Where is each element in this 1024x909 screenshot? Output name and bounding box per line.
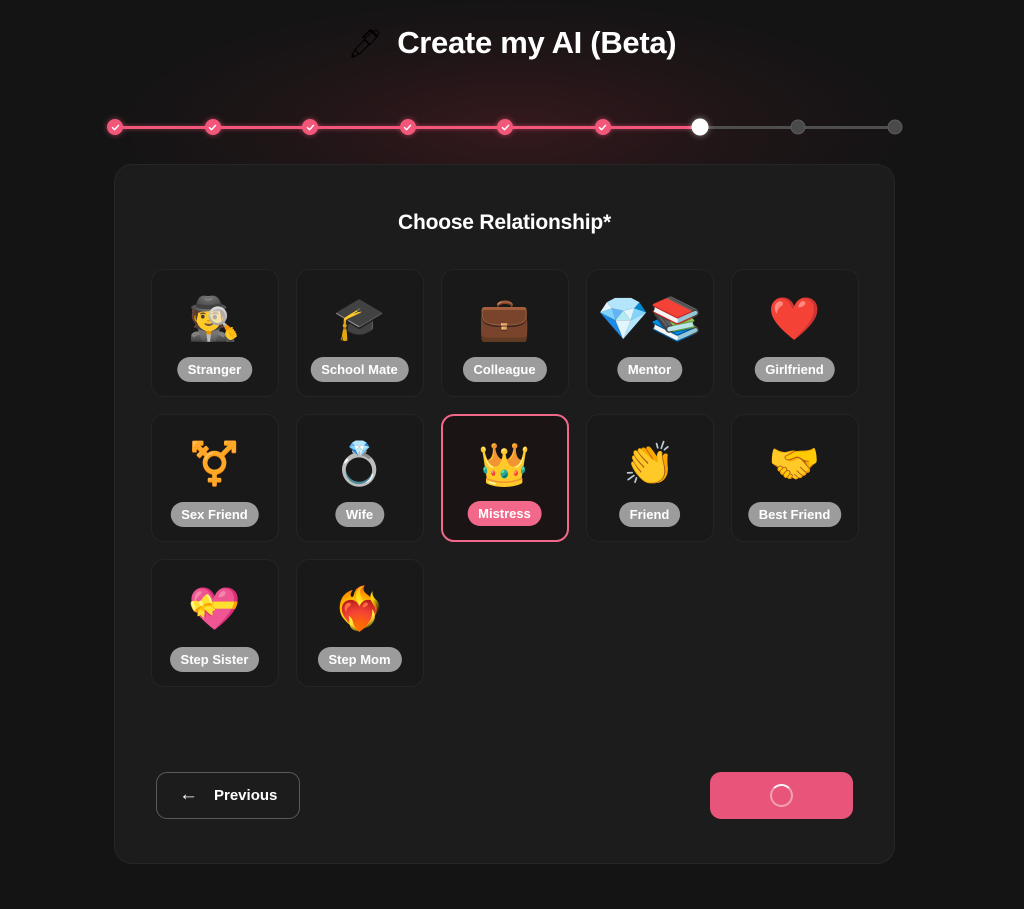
check-icon <box>111 124 119 130</box>
relationship-card-label: Step Sister <box>169 647 260 672</box>
relationship-panel: Choose Relationship* 🕵️ Stranger 🎓 School M… <box>114 164 895 864</box>
relationship-card-label: Wife <box>334 502 385 527</box>
progress-step-8[interactable] <box>790 119 805 135</box>
relationship-options-grid: 🕵️ Stranger 🎓 School Mate 💼 Colleague 💎📚 Mentor… <box>115 235 894 687</box>
heart-ribbon-icon: 💝 <box>188 585 241 632</box>
relationship-card-label: Best Friend <box>747 502 842 527</box>
relationship-card-label: School Mate <box>310 357 409 382</box>
relationship-card[interactable]: 👑 Mistress <box>440 414 569 542</box>
gender-symbols-icon: ⚧️ <box>188 440 241 487</box>
relationship-card-label: Colleague <box>462 357 547 382</box>
next-button[interactable] <box>710 772 853 819</box>
page-title-row: 🖊 Create my AI (Beta) <box>0 0 1024 62</box>
progress-segment <box>407 125 505 129</box>
progress-step-4[interactable] <box>399 119 416 135</box>
crown-heart-icon: 👑 <box>478 441 531 488</box>
check-icon <box>598 124 607 130</box>
relationship-card[interactable]: 👏 Friend <box>585 414 714 542</box>
pencil-add-icon: 🖊 <box>347 28 384 59</box>
progress-segment <box>797 125 895 129</box>
relationship-card-label: Mistress <box>467 501 542 526</box>
check-icon <box>306 124 314 130</box>
progress-segment <box>310 125 408 129</box>
progress-step-5[interactable] <box>497 119 513 135</box>
check-icon <box>208 124 217 130</box>
rings-icon: 💍 <box>333 440 386 487</box>
detective-icon: 🕵️ <box>188 295 241 342</box>
progress-step-9[interactable] <box>887 119 903 135</box>
relationship-card-label: Mentor <box>616 357 683 382</box>
progress-step-3[interactable] <box>302 119 318 135</box>
relationship-card[interactable]: 🎓 School Mate <box>295 269 424 397</box>
progress-segment <box>212 125 310 129</box>
panel-heading: Choose Relationship* <box>397 211 612 234</box>
previous-button[interactable]: ← Previous <box>156 772 301 819</box>
relationship-card-label: Girlfriend <box>754 357 835 382</box>
relationship-card[interactable]: 💍 Wife <box>295 414 424 542</box>
relationship-card[interactable]: ⚧️ Sex Friend <box>150 414 279 542</box>
relationship-card[interactable]: 💼 Colleague <box>440 269 569 397</box>
handshake-icon: 🤝 <box>768 440 821 487</box>
page-title: Create my AI (Beta) <box>397 25 677 60</box>
check-icon <box>501 124 509 130</box>
previous-button-label: Previous <box>214 787 278 804</box>
progress-segment <box>700 125 798 129</box>
relationship-card-label: Friend <box>618 502 681 527</box>
progress-segment <box>602 125 700 129</box>
relationship-card-label: Stranger <box>176 357 253 382</box>
relationship-card[interactable]: ❤️ Girlfriend <box>730 269 859 397</box>
relationship-card[interactable]: ❤️‍🔥 Step Mom <box>295 559 424 687</box>
progress-step-7[interactable] <box>691 118 709 136</box>
relationship-card-label: Step Mom <box>317 647 402 672</box>
progress-segment <box>115 125 213 129</box>
progress-segment <box>505 125 603 129</box>
heart-on-fire-icon: ❤️‍🔥 <box>333 585 386 632</box>
progress-step-1[interactable] <box>107 119 123 135</box>
progress-step-6[interactable] <box>594 119 611 135</box>
relationship-card[interactable]: 🤝 Best Friend <box>730 414 859 542</box>
loading-spinner-icon <box>770 784 793 807</box>
wizard-footer: ← Previous <box>156 772 853 819</box>
create-ai-wizard-page: 🖊 Create my AI (Beta) Choose Relationshi… <box>0 0 1024 909</box>
gem-books-icon: 💎📚 <box>597 295 702 342</box>
graduation-cap-icon: 🎓 <box>333 295 386 342</box>
relationship-card-label: Sex Friend <box>170 502 259 527</box>
relationship-card[interactable]: 💎📚 Mentor <box>585 269 714 397</box>
progress-step-2[interactable] <box>204 119 221 135</box>
clapping-hands-icon: 👏 <box>623 440 676 487</box>
wizard-progress-stepper <box>107 113 903 141</box>
relationship-card[interactable]: 💝 Step Sister <box>150 559 279 687</box>
check-icon <box>403 124 412 130</box>
arrow-left-icon: ← <box>179 784 198 805</box>
briefcase-icon: 💼 <box>478 295 531 342</box>
red-heart-icon: ❤️ <box>768 295 821 342</box>
relationship-card[interactable]: 🕵️ Stranger <box>150 269 279 397</box>
